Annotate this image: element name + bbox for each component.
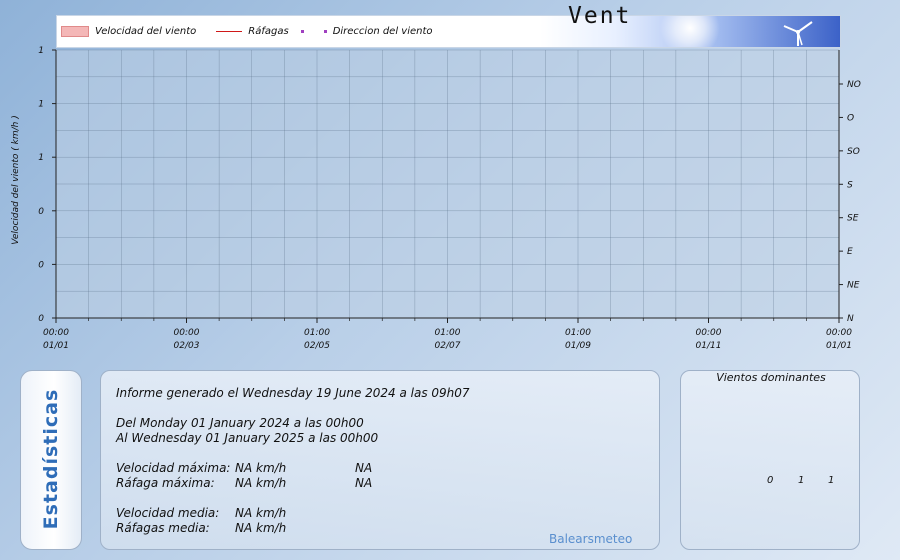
y-tick-label: 0 — [38, 314, 44, 324]
y2-tick-label: O — [847, 113, 854, 123]
stat-row-extra: NA — [355, 461, 373, 475]
y-tick-label: 1 — [38, 46, 44, 56]
from-line: Del Monday 01 January 2024 a las 00h00 — [116, 416, 364, 430]
dominant-winds-title: Vientos dominantes — [716, 371, 826, 384]
stat-row-value: NA km/h — [235, 476, 287, 490]
station-name: Balearsmeteo — [549, 532, 633, 546]
stat-row-label: Ráfagas media: — [116, 521, 210, 535]
x-tick-label-date: 01/09 — [565, 341, 591, 351]
dominant-value: 1 — [798, 475, 805, 486]
dominant-value: 0 — [767, 475, 774, 486]
y2-tick-label: SO — [847, 147, 860, 157]
x-tick-label-time: 00:00 — [826, 328, 852, 338]
stats-tab-label: Estadísticas — [40, 388, 62, 530]
x-tick-label-date: 01/01 — [826, 341, 852, 351]
stat-row-value: NA km/h — [235, 506, 287, 520]
x-tick-label-time: 01:00 — [435, 328, 461, 338]
y2-tick-label: NO — [847, 80, 861, 90]
x-tick-label-time: 00:00 — [174, 328, 200, 338]
x-tick-label-time: 00:00 — [696, 328, 722, 338]
stat-row-label: Ráfaga máxima: — [116, 476, 215, 490]
x-tick-label-time: 01:00 — [304, 328, 330, 338]
y-tick-label: 0 — [38, 260, 44, 270]
dominant-winds-panel — [680, 370, 860, 550]
y-tick-label: 1 — [38, 100, 44, 110]
x-tick-label-time: 01:00 — [565, 328, 591, 338]
stat-row-label: Velocidad máxima: — [116, 461, 231, 475]
x-tick-label-date: 01/01 — [43, 341, 69, 351]
x-tick-label-date: 01/11 — [696, 341, 722, 351]
y-axis-label: Velocidad del viento ( km/h ) — [11, 115, 21, 245]
report-line: Informe generado el Wednesday 19 June 20… — [116, 386, 470, 400]
stats-tab[interactable]: Estadísticas — [20, 370, 82, 550]
x-tick-label-date: 02/03 — [174, 341, 200, 351]
x-tick-label-time: 00:00 — [43, 328, 69, 338]
y2-tick-label: E — [847, 247, 853, 257]
x-tick-label-date: 02/07 — [435, 341, 461, 351]
y2-tick-label: SE — [847, 214, 859, 224]
stat-row-extra: NA — [355, 476, 373, 490]
y2-tick-label: S — [847, 180, 853, 190]
y2-tick-label: NE — [847, 281, 860, 291]
x-tick-label-date: 02/05 — [304, 341, 330, 351]
y2-tick-label: N — [847, 314, 854, 324]
y-tick-label: 1 — [38, 153, 44, 163]
stat-row-label: Velocidad media: — [116, 506, 220, 520]
wind-chart: 1 1 1 0 0 0 NO O SO S SE E NE N 00:00 01/01 00:00 02/03 01… — [38, 46, 861, 351]
stat-row-value: NA km/h — [235, 461, 287, 475]
to-line: Al Wednesday 01 January 2025 a las 00h00 — [116, 431, 379, 445]
stat-row-value: NA km/h — [235, 521, 287, 535]
y-tick-label: 0 — [38, 207, 44, 217]
dominant-value: 1 — [828, 475, 835, 486]
